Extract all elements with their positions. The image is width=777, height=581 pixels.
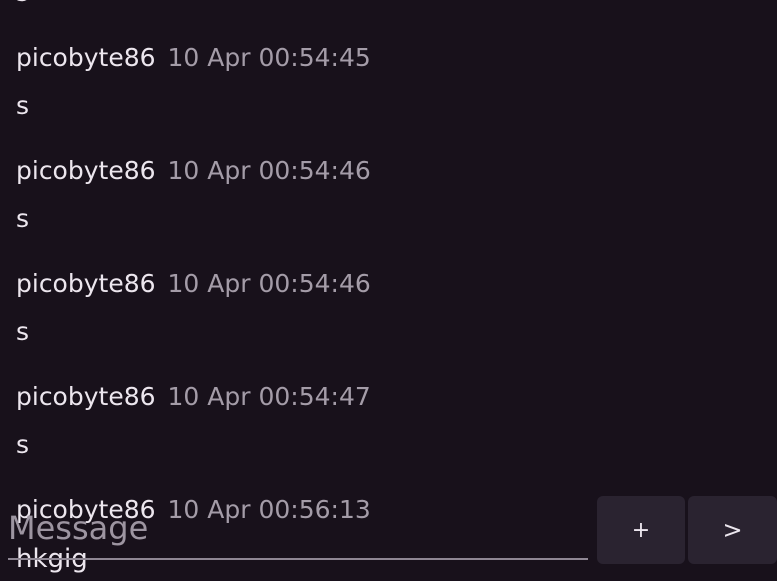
chat-window: s picobyte86 10 Apr 00:54:45 s picobyte86… — [0, 0, 777, 581]
message-text: s — [16, 317, 30, 346]
message-author[interactable]: picobyte86 — [16, 382, 156, 411]
message-author[interactable]: picobyte86 — [16, 43, 156, 72]
message-text: s — [16, 204, 30, 233]
message-timestamp: 10 Apr 00:54:45 — [167, 43, 371, 72]
message-text: s — [16, 91, 30, 120]
message-author[interactable]: picobyte86 — [16, 156, 156, 185]
message-timestamp: 10 Apr 00:54:47 — [167, 382, 371, 411]
plus-icon: + — [631, 517, 651, 543]
message-text: s — [16, 430, 30, 459]
message-timestamp: 10 Apr 00:54:46 — [167, 156, 371, 185]
clipped-message-text: s — [16, 0, 29, 8]
message-input[interactable]: Message hkgig — [8, 508, 588, 574]
message-timestamp: 10 Apr 00:54:46 — [167, 269, 371, 298]
add-attachment-button[interactable]: + — [597, 496, 685, 564]
message-author[interactable]: picobyte86 — [16, 269, 156, 298]
send-icon: > — [722, 516, 743, 544]
send-button[interactable]: > — [688, 496, 777, 564]
message-input-placeholder: Message — [8, 509, 149, 547]
message-input-underline — [8, 558, 588, 560]
